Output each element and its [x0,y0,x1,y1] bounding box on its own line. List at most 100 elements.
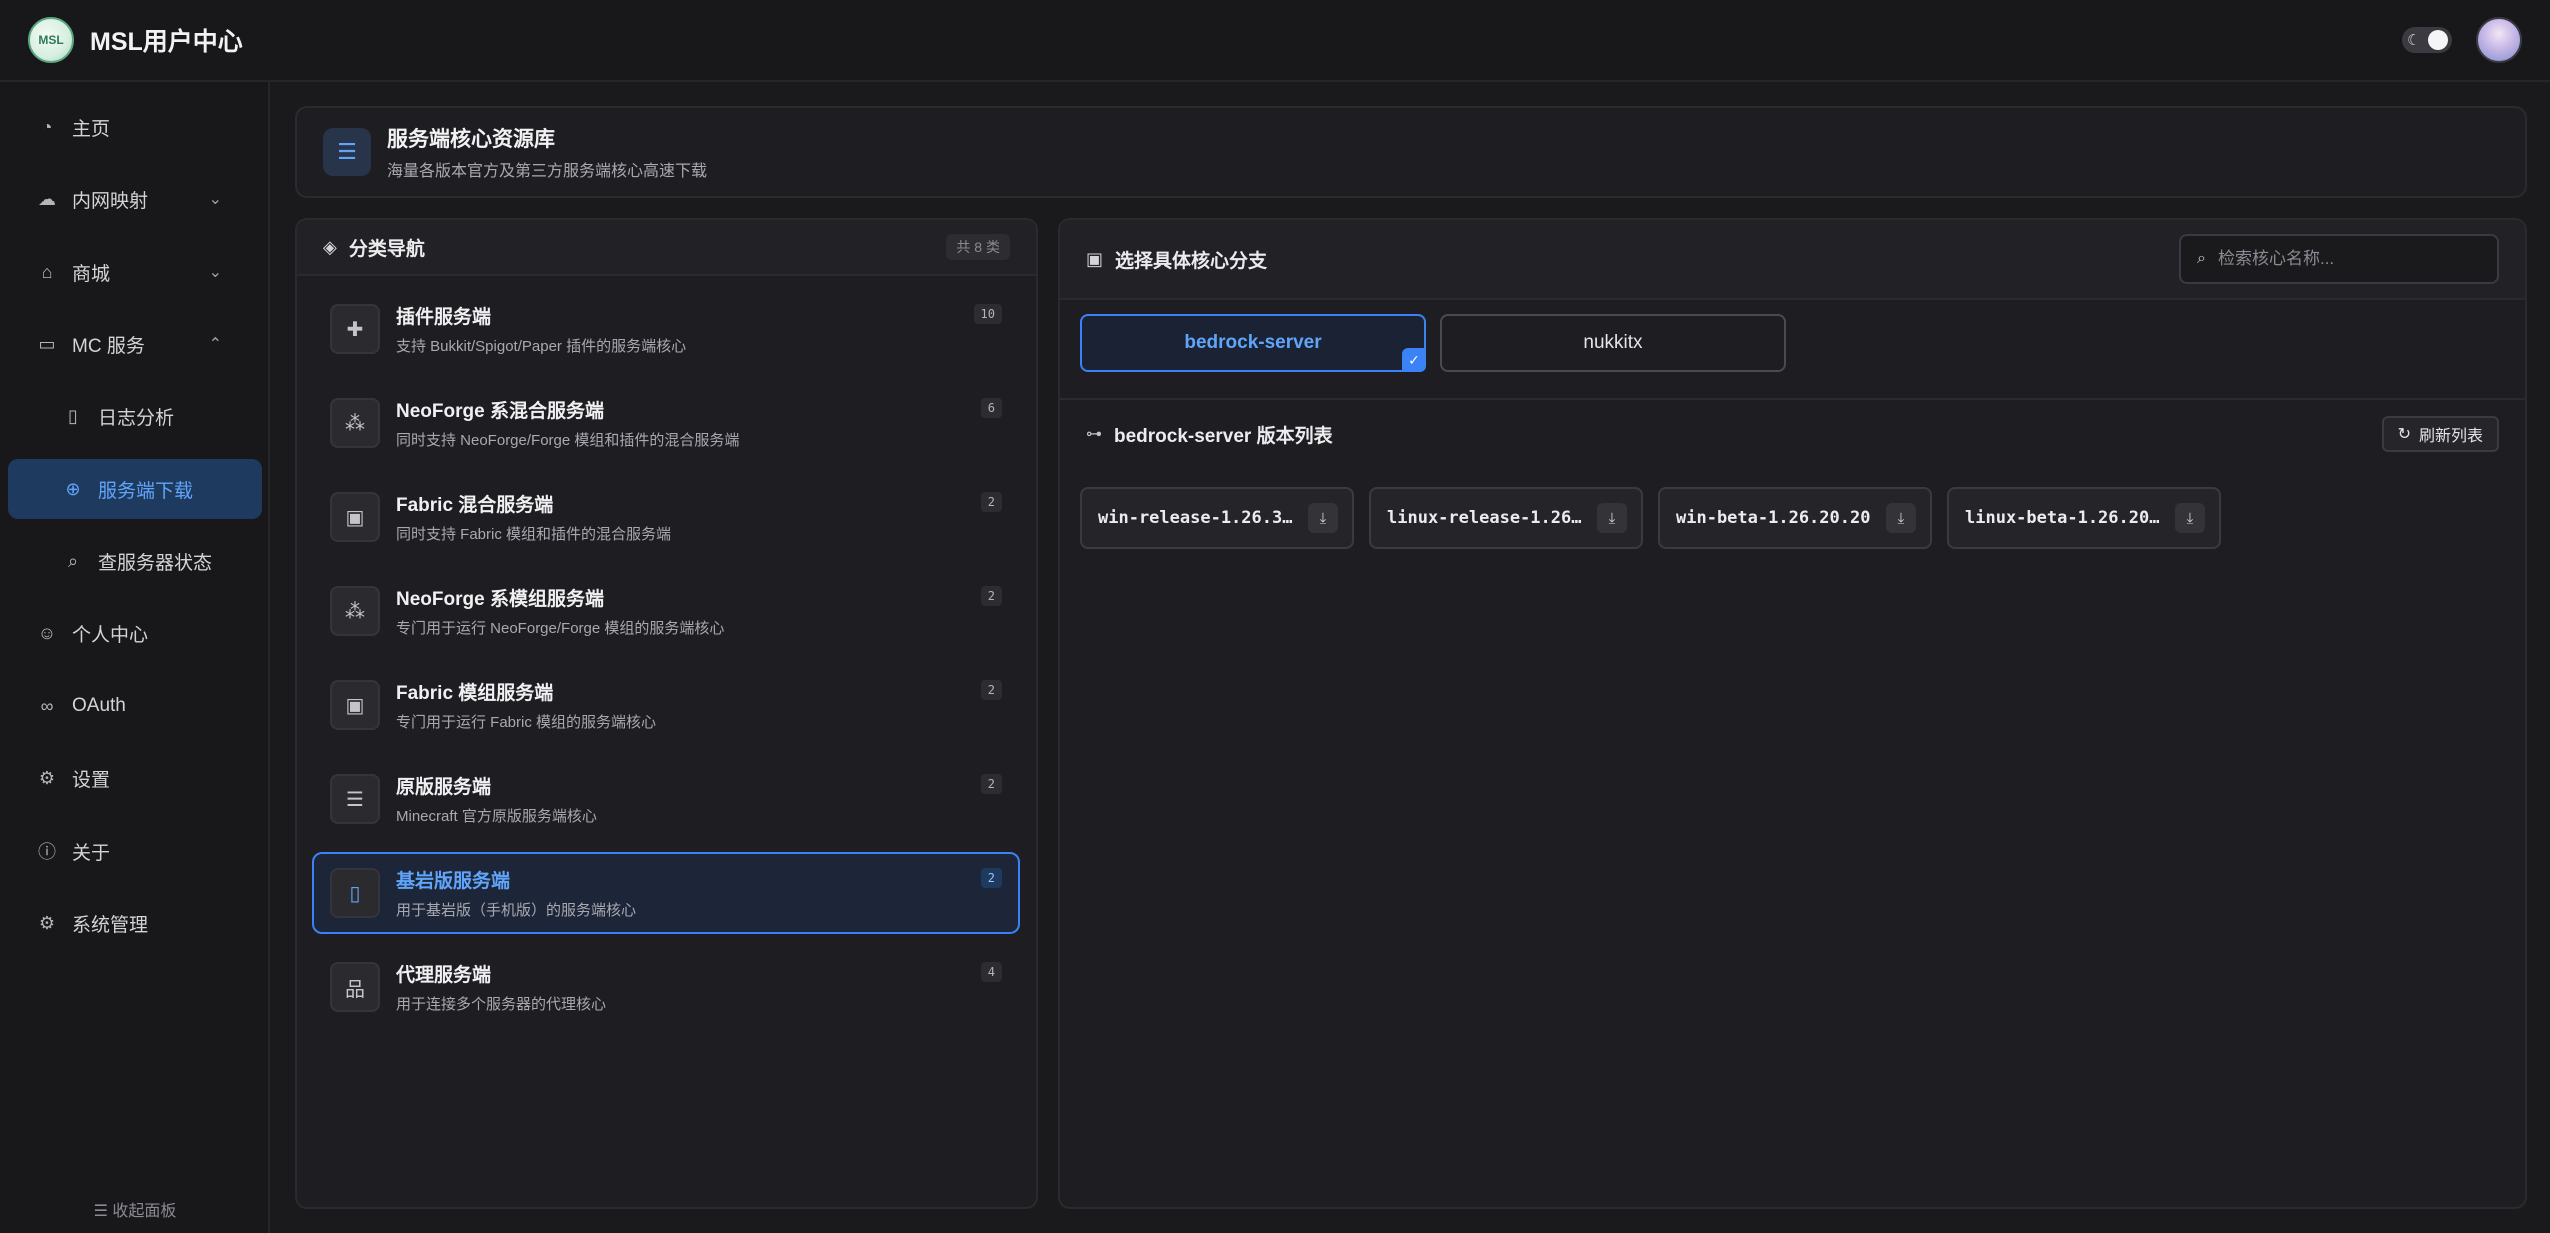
category-item-fabric-mod[interactable]: ▣ Fabric 模组服务端 专门用于运行 Fabric 模组的服务端核心 2 [312,664,1020,746]
sidebar-item-settings[interactable]: ⚙ 设置 [8,748,262,808]
branch-nukkitx[interactable]: nukkitx [1440,314,1786,372]
refresh-icon: ↻ [2397,426,2411,443]
core-search[interactable]: ⌕ [2179,234,2499,284]
category-name: 基岩版服务端 [396,871,511,892]
sidebar-item-server-download[interactable]: ⊕ 服务端下载 [8,459,262,519]
app-logo[interactable]: MSL [28,17,74,63]
sidebar-item-server-status[interactable]: ⌕ 查服务器状态 [8,531,262,591]
link-icon: ∞ [40,695,54,716]
version-card[interactable]: win-release-1.26.3.1 ⤓ [1080,487,1354,549]
download-icon[interactable]: ⤓ [1308,503,1338,533]
moon-icon: ☾ [2407,32,2421,49]
sidebar-item-home[interactable]: ◔ 主页 [8,97,262,157]
collapse-panel-button[interactable]: ☰ 收起面板 [0,1197,270,1221]
version-list-header: ⊶ bedrock-server 版本列表 ↻ 刷新列表 [1060,400,2525,468]
sidebar-item-label: 日志分析 [98,407,175,429]
version-card[interactable]: win-beta-1.26.20.20 ⤓ [1658,487,1932,549]
category-count: 2 [980,586,1002,606]
category-item-fabric-hybrid[interactable]: ▣ Fabric 混合服务端 同时支持 Fabric 模组和插件的混合服务端 2 [312,476,1020,558]
sidebar-item-tunnel[interactable]: ☁ 内网映射 ⌄ [8,169,262,229]
version-name: win-release-1.26.3.1 [1098,508,1298,528]
layers-icon: ◈ [323,236,337,257]
sidebar-item-admin[interactable]: ⚙ 系统管理 [8,893,262,953]
chip-icon: ▣ [330,492,380,542]
sidebar-item-label: 系统管理 [72,914,149,936]
sidebar-item-label: 商城 [72,263,111,285]
download-circle-icon: ⊕ [65,478,81,499]
commit-icon: ⊶ [1086,426,1102,443]
category-name: Fabric 模组服务端 [396,683,554,704]
chevron-down-icon: ⌄ [208,264,222,281]
theme-toggle[interactable]: ☾ [2402,27,2452,53]
sidebar-item-log-analysis[interactable]: ▯ 日志分析 [8,386,262,446]
download-icon[interactable]: ⤓ [1886,503,1916,533]
category-count: 6 [980,398,1002,418]
category-item-bedrock[interactable]: ▯ 基岩版服务端 用于基岩版（手机版）的服务端核心 2 [312,852,1020,934]
core-panel: ▣ 选择具体核心分支 ⌕ bedrock-server ✓ nukkitx ⊶ … [1058,218,2527,1209]
category-desc: 专门用于运行 NeoForge/Forge 模组的服务端核心 [396,620,725,637]
sidebar-item-mc-service[interactable]: ▭ MC 服务 ⌃ [8,314,262,374]
category-name: NeoForge 系模组服务端 [396,589,604,610]
sidebar-item-store[interactable]: ⌂ 商城 ⌄ [8,242,262,302]
category-name: Fabric 混合服务端 [396,495,554,516]
category-count: 2 [980,492,1002,512]
network-icon: 品 [330,962,380,1012]
category-name: 插件服务端 [396,307,492,328]
download-icon[interactable]: ⤓ [1597,503,1627,533]
sidebar-item-about[interactable]: ⓘ 关于 [8,821,262,881]
user-circle-icon: ☺ [37,622,57,643]
category-name: NeoForge 系混合服务端 [396,401,604,422]
version-name: linux-beta-1.26.20.20 [1965,508,2165,528]
sidebar-item-label: OAuth [72,695,126,716]
gear-icon: ⚙ [38,767,56,788]
version-card[interactable]: linux-release-1.26.3.1 ⤓ [1369,487,1643,549]
top-bar: MSL MSL用户中心 ☾ [0,0,2550,82]
version-card[interactable]: linux-beta-1.26.20.20 ⤓ [1947,487,2221,549]
category-count-badge: 共 8 类 [946,234,1010,260]
category-count: 2 [980,680,1002,700]
category-name: 原版服务端 [396,777,492,798]
chevron-up-icon: ⌃ [208,336,222,353]
branch-bedrock-server[interactable]: bedrock-server ✓ [1080,314,1426,372]
core-panel-title: 选择具体核心分支 [1115,250,1268,272]
category-desc: Minecraft 官方原版服务端核心 [396,808,597,825]
puzzle-icon: ✚ [330,304,380,354]
sidebar-item-label: 查服务器状态 [98,552,213,574]
category-item-neoforge-mod[interactable]: ⁂ NeoForge 系模组服务端 专门用于运行 NeoForge/Forge … [312,570,1020,652]
sidebar-item-label: 内网映射 [72,190,149,212]
gamepad-icon: ▭ [38,333,56,354]
hierarchy-icon: ⁂ [330,586,380,636]
category-item-proxy[interactable]: 品 代理服务端 用于连接多个服务器的代理核心 4 [312,946,1020,1028]
category-panel: ◈ 分类导航 共 8 类 ✚ 插件服务端 支持 Bukkit/Spigot/Pa… [295,218,1038,1209]
category-item-plugin[interactable]: ✚ 插件服务端 支持 Bukkit/Spigot/Paper 插件的服务端核心 … [312,288,1020,370]
search-icon: ⌕ [67,550,79,571]
category-name: 代理服务端 [396,965,492,986]
page-title: 服务端核心资源库 [387,128,555,151]
page-subtitle: 海量各版本官方及第三方服务端核心高速下载 [387,163,708,180]
sidebar-item-label: 个人中心 [72,624,149,646]
sidebar-item-oauth[interactable]: ∞ OAuth [8,676,262,736]
store-icon: ⌂ [41,261,53,282]
category-item-vanilla[interactable]: ☰ 原版服务端 Minecraft 官方原版服务端核心 2 [312,758,1020,840]
sidebar-item-label: 主页 [72,118,111,140]
user-avatar[interactable] [2476,17,2522,63]
category-desc: 支持 Bukkit/Spigot/Paper 插件的服务端核心 [396,338,687,355]
sidebar-item-profile[interactable]: ☺ 个人中心 [8,603,262,663]
download-icon[interactable]: ⤓ [2175,503,2205,533]
category-count: 4 [980,962,1002,982]
refresh-list-button[interactable]: ↻ 刷新列表 [2381,416,2499,452]
category-desc: 用于基岩版（手机版）的服务端核心 [396,902,637,919]
sidebar-item-label: 设置 [72,769,111,791]
category-desc: 同时支持 Fabric 模组和插件的混合服务端 [396,526,672,543]
category-desc: 专门用于运行 Fabric 模组的服务端核心 [396,714,657,731]
app-title: MSL用户中心 [90,28,243,56]
server-icon: ☰ [330,774,380,824]
branch-label: nukkitx [1583,332,1643,353]
menu-icon: ☰ [93,1203,108,1220]
category-desc: 同时支持 NeoForge/Forge 模组和插件的混合服务端 [396,432,740,449]
branch-selector: bedrock-server ✓ nukkitx [1060,300,2525,400]
sidebar-item-label: MC 服务 [72,335,145,357]
core-search-input[interactable] [2217,249,2468,269]
version-list: win-release-1.26.3.1 ⤓ linux-release-1.2… [1080,487,2221,549]
category-item-neoforge-hybrid[interactable]: ⁂ NeoForge 系混合服务端 同时支持 NeoForge/Forge 模组… [312,382,1020,464]
